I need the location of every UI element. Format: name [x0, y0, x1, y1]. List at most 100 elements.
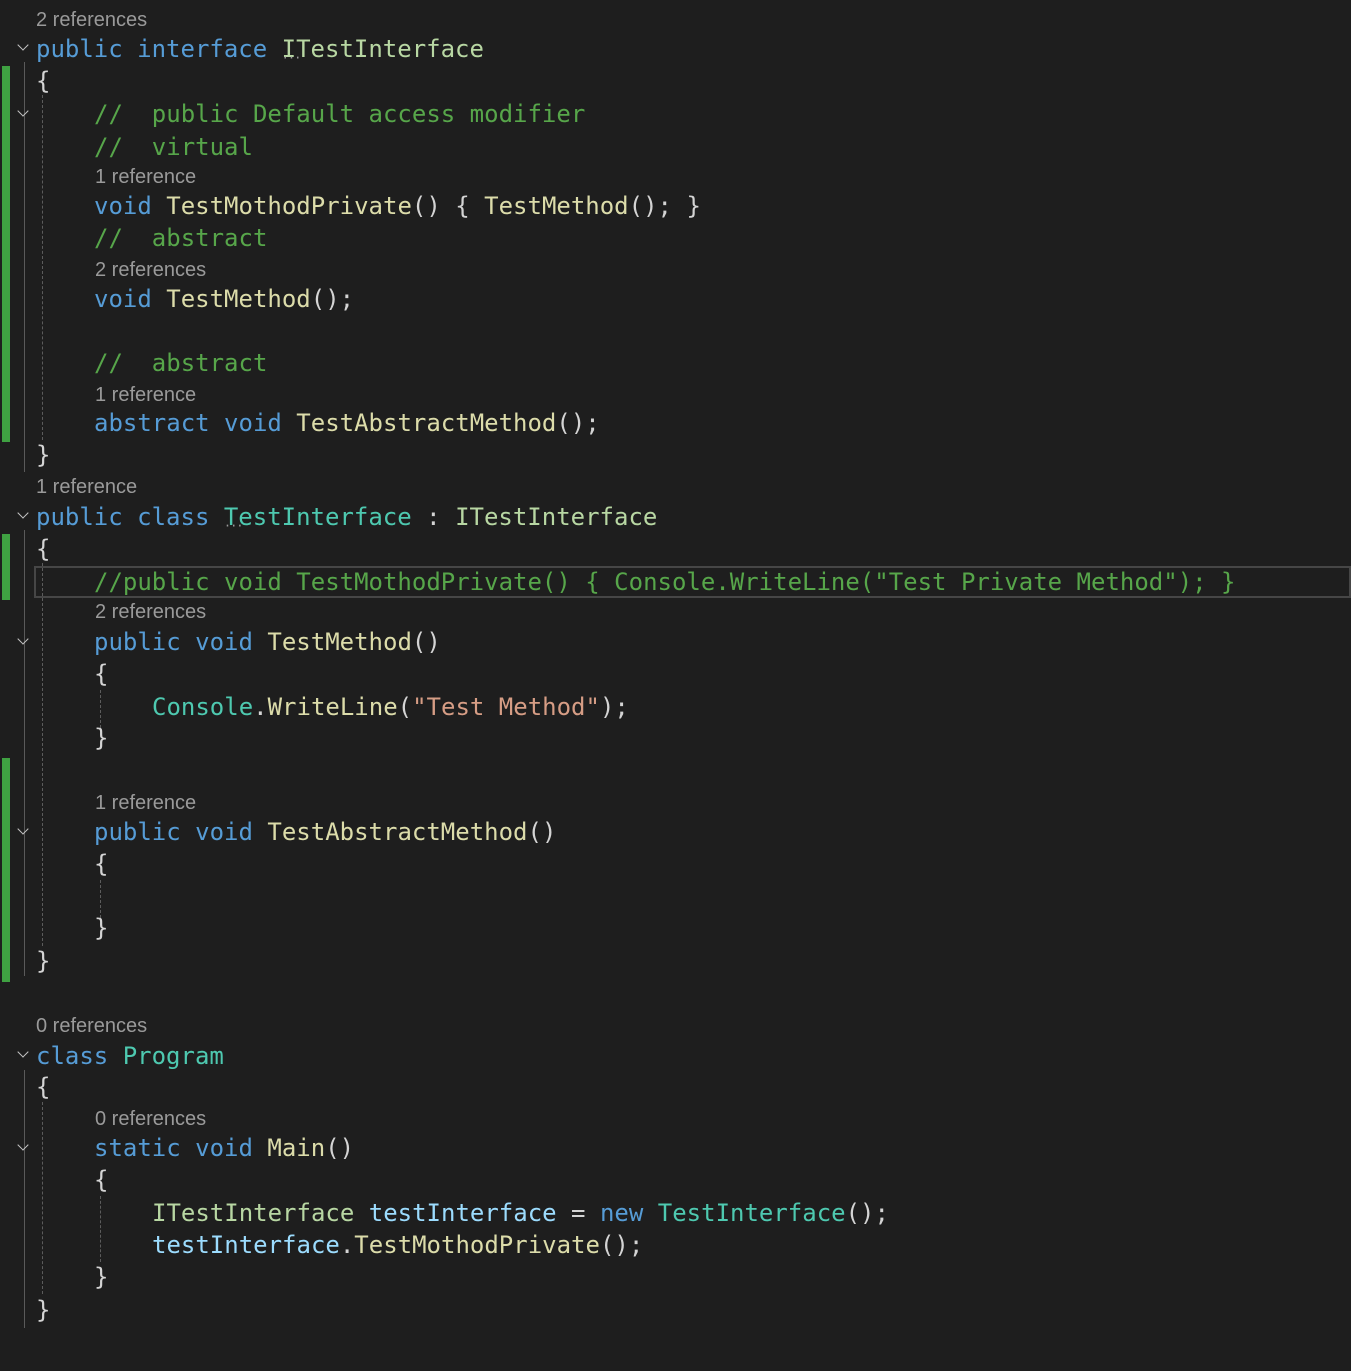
code-line[interactable]: } — [94, 1261, 108, 1293]
code-line[interactable]: } — [36, 945, 50, 977]
code-line[interactable]: public void TestMethod() — [94, 626, 441, 658]
comment: //public void TestMothodPrivate() { Cons… — [94, 568, 1236, 596]
brace: { — [94, 1166, 109, 1194]
code-line[interactable]: static void Main() — [94, 1132, 354, 1164]
brace: { — [36, 1073, 51, 1101]
codelens-references[interactable]: 2 references — [36, 10, 147, 30]
codelens-references[interactable]: 1 reference — [36, 477, 137, 497]
codelens-references[interactable]: 1 reference — [95, 385, 196, 405]
structure-guide — [100, 1196, 101, 1262]
codelens-references[interactable]: 1 reference — [95, 793, 196, 813]
code-line[interactable]: } — [94, 722, 108, 754]
class-name[interactable]: TestInterface — [224, 503, 412, 531]
fold-toggle-icon[interactable] — [16, 106, 30, 120]
code-line[interactable]: { — [36, 533, 50, 565]
code-line[interactable]: { — [36, 65, 50, 97]
code-line[interactable]: testInterface.TestMothodPrivate(); — [152, 1229, 643, 1261]
brace: } — [94, 1263, 109, 1291]
structure-guide — [42, 1102, 43, 1294]
punctuation: . — [253, 693, 268, 721]
method-name[interactable]: TestMethod — [166, 285, 311, 313]
fold-toggle-icon[interactable] — [16, 824, 30, 838]
variable-name[interactable]: testInterface — [369, 1199, 557, 1227]
brace: { — [36, 67, 51, 95]
method-name[interactable]: TestMethod — [484, 192, 629, 220]
fold-toggle-icon[interactable] — [16, 1047, 30, 1061]
keyword: public — [36, 503, 123, 531]
class-name[interactable]: Program — [123, 1042, 224, 1070]
code-line[interactable]: // virtual — [94, 131, 253, 163]
method-name[interactable]: TestAbstractMethod — [267, 818, 527, 846]
keyword: void — [94, 192, 152, 220]
structure-guide — [42, 95, 43, 440]
code-line[interactable]: public interface ITestInterface — [36, 33, 484, 65]
punctuation: = — [556, 1199, 600, 1227]
method-name[interactable]: TestMothodPrivate — [354, 1231, 600, 1259]
codelens-references[interactable]: 2 references — [95, 602, 206, 622]
fold-toggle-icon[interactable] — [16, 40, 30, 54]
code-line[interactable]: { — [36, 1071, 50, 1103]
code-line[interactable]: class Program — [36, 1040, 224, 1072]
comment: // virtual — [94, 133, 253, 161]
fold-toggle-icon[interactable] — [16, 508, 30, 522]
method-name[interactable]: Main — [267, 1134, 325, 1162]
string-literal: "Test Method" — [412, 693, 600, 721]
method-name[interactable]: TestAbstractMethod — [296, 409, 556, 437]
code-line[interactable]: } — [94, 912, 108, 944]
fold-toggle-icon[interactable] — [16, 634, 30, 648]
method-name[interactable]: WriteLine — [268, 693, 398, 721]
keyword: void — [195, 628, 253, 656]
code-editor[interactable]: 2 references public interface ITestInter… — [0, 0, 1351, 1371]
outline-guide — [24, 1070, 25, 1328]
code-line[interactable]: void TestMethod(); — [94, 283, 354, 315]
codelens-references[interactable]: 0 references — [95, 1109, 206, 1129]
code-line[interactable]: // public Default access modifier — [94, 98, 585, 130]
code-line[interactable]: // abstract — [94, 222, 267, 254]
keyword: void — [195, 818, 253, 846]
codelens-references[interactable]: 2 references — [95, 260, 206, 280]
brace: { — [94, 660, 109, 688]
keyword: public — [94, 818, 181, 846]
outline-guide — [24, 530, 25, 976]
code-line[interactable]: { — [94, 848, 108, 880]
keyword: interface — [137, 35, 268, 63]
codelens-references[interactable]: 0 references — [36, 1016, 147, 1036]
code-line[interactable]: // abstract — [94, 347, 267, 379]
keyword: void — [224, 409, 282, 437]
brace: } — [36, 441, 51, 469]
punctuation: () — [325, 1134, 355, 1162]
change-bar — [2, 66, 10, 442]
variable-name[interactable]: testInterface — [152, 1231, 340, 1259]
code-line[interactable]: { — [94, 658, 108, 690]
code-line[interactable]: public void TestAbstractMethod() — [94, 816, 556, 848]
code-line[interactable]: public class TestInterface : ITestInterf… — [36, 501, 657, 533]
punctuation: () — [527, 818, 557, 846]
code-line[interactable]: } — [36, 1294, 50, 1326]
code-line[interactable]: ITestInterface testInterface = new TestI… — [152, 1197, 889, 1229]
punctuation: (); } — [628, 192, 701, 220]
punctuation: (); — [845, 1199, 889, 1227]
keyword: new — [599, 1199, 644, 1227]
brace: { — [94, 850, 109, 878]
punctuation: : — [411, 503, 456, 531]
fold-toggle-icon[interactable] — [16, 1140, 30, 1154]
code-line[interactable]: //public void TestMothodPrivate() { Cons… — [94, 566, 1236, 598]
interface-name[interactable]: ITestInterface — [282, 35, 484, 63]
code-line[interactable]: abstract void TestAbstractMethod(); — [94, 407, 600, 439]
code-line[interactable]: { — [94, 1164, 108, 1196]
brace: { — [36, 535, 51, 563]
code-line[interactable]: } — [36, 439, 50, 471]
code-line[interactable]: void TestMothodPrivate() { TestMethod();… — [94, 190, 701, 222]
brace: } — [36, 1296, 51, 1324]
outline-guide — [24, 62, 25, 472]
method-name[interactable]: TestMethod — [267, 628, 412, 656]
code-line[interactable]: Console.WriteLine("Test Method"); — [152, 691, 629, 723]
interface-name[interactable]: ITestInterface — [455, 503, 657, 531]
class-name[interactable]: Console — [152, 693, 253, 721]
change-bar — [2, 758, 10, 982]
comment: // abstract — [94, 224, 268, 252]
codelens-references[interactable]: 1 reference — [95, 167, 196, 187]
method-name[interactable]: TestMothodPrivate — [166, 192, 412, 220]
class-name[interactable]: TestInterface — [658, 1199, 846, 1227]
interface-name[interactable]: ITestInterface — [152, 1199, 354, 1227]
